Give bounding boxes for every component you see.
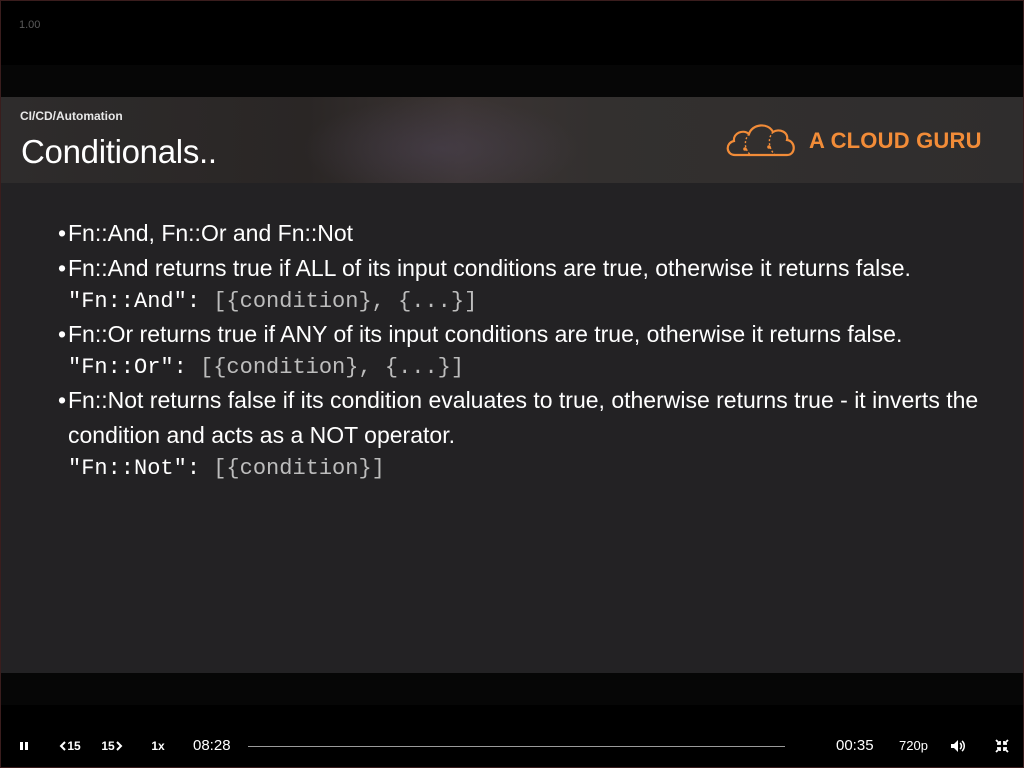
forward-15-button[interactable]: 15 (99, 727, 125, 765)
code-value: [{condition}, {...}] (200, 289, 478, 314)
brand-logo: A CLOUD GURU (723, 119, 982, 163)
cloud-logo-icon (726, 124, 795, 157)
slide-title: Conditionals.. (21, 133, 217, 170)
remaining-time: 00:35 (836, 737, 874, 754)
code-key: "Fn::Or": (68, 355, 187, 380)
slide-content: Fn::And, Fn::Or and Fn::NotFn::And retur… (58, 216, 998, 484)
code-value: [{condition}] (200, 456, 385, 481)
slide-bullet: Fn::Not returns false if its condition e… (58, 383, 998, 453)
code-key: "Fn::And": (68, 289, 201, 314)
code-snippet: "Fn::And": [{condition}, {...}] (58, 286, 998, 317)
code-snippet: "Fn::Not": [{condition}] (58, 453, 998, 484)
player-controls: 15 15 1x 08:28 00:35 720p (1, 727, 1023, 765)
pause-button[interactable] (12, 727, 36, 765)
exit-fullscreen-button[interactable] (991, 727, 1013, 765)
slide-bullet: Fn::Or returns true if ANY of its input … (58, 317, 998, 352)
logo-text: A CLOUD GURU (809, 128, 982, 153)
exit-fullscreen-icon (995, 739, 1009, 753)
progress-bar[interactable] (248, 746, 785, 747)
rewind-15-icon (59, 741, 67, 751)
rewind-15-button[interactable]: 15 (57, 727, 83, 765)
code-key: "Fn::Not": (68, 456, 201, 481)
code-snippet: "Fn::Or": [{condition}, {...}] (58, 352, 998, 383)
slide-bullet: Fn::And returns true if ALL of its input… (58, 251, 998, 286)
version-label: 1.00 (19, 19, 41, 31)
volume-button[interactable] (947, 727, 969, 765)
playback-speed-button[interactable]: 1x (147, 727, 169, 765)
rewind-15-label: 15 (67, 739, 81, 753)
video-player: 1.00 CI/CD/Automation Conditionals.. A C… (0, 0, 1024, 768)
code-value: [{condition}, {...}] (186, 355, 465, 380)
forward-15-icon (115, 741, 123, 751)
breadcrumb: CI/CD/Automation (20, 109, 123, 123)
pause-icon (20, 742, 28, 750)
volume-icon (951, 740, 965, 752)
elapsed-time: 08:28 (193, 737, 231, 754)
quality-button[interactable]: 720p (899, 738, 928, 753)
slide-bullet: Fn::And, Fn::Or and Fn::Not (58, 216, 998, 251)
forward-15-label: 15 (101, 739, 115, 753)
